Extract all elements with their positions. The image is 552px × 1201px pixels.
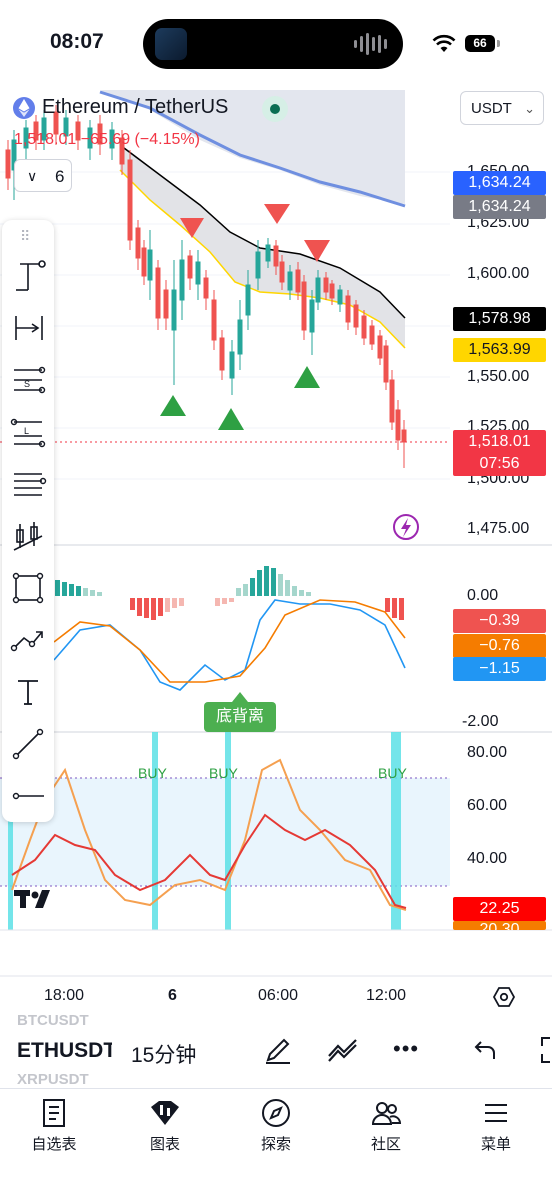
nav-item-watchlist[interactable]: 自选表	[9, 1097, 99, 1154]
nav-item-menu[interactable]: 菜单	[451, 1097, 541, 1154]
bar-countdown-tag: 07:56	[453, 452, 546, 476]
drag-handle-icon[interactable]: ⠿	[20, 228, 31, 245]
rsi-slow-tag: 22.25	[453, 897, 546, 921]
buy-label: BUY	[209, 765, 238, 781]
buy-label: BUY	[138, 765, 167, 781]
indicator-collapse-button[interactable]: ∨ 6	[14, 159, 72, 192]
rsi-axis-label: 60.00	[467, 797, 508, 814]
divergence-text: 底背离	[215, 708, 264, 725]
menu-icon	[485, 1104, 507, 1122]
nav-item-chart[interactable]: 图表	[120, 1097, 210, 1154]
nav-label: 社区	[370, 1136, 401, 1153]
battery-icon: 66	[465, 35, 495, 52]
divergence-pointer	[232, 692, 248, 702]
price-tag-upper-band: 1,634.24	[453, 171, 546, 195]
macd-axis-label: 0.00	[467, 587, 499, 604]
undo-icon[interactable]	[472, 1037, 498, 1063]
tradingview-logo	[14, 890, 50, 908]
price-tag-channel-lower: 1,563.99	[453, 338, 546, 362]
macd-signal-tag: −0.76	[453, 634, 546, 658]
status-time: 08:07	[50, 30, 104, 53]
fullscreen-icon[interactable]	[536, 1036, 552, 1064]
lightning-icon	[393, 514, 419, 540]
rsi-axis-label: 40.00	[467, 850, 508, 867]
now-playing-thumbnail	[155, 28, 187, 60]
nav-item-community[interactable]: 社区	[341, 1097, 431, 1154]
ethereum-icon	[13, 97, 35, 119]
battery-tip	[497, 40, 500, 47]
dynamic-island[interactable]	[143, 19, 403, 69]
audio-wave-icon	[354, 33, 387, 55]
symbol-next[interactable]: XRPUSDT	[17, 1071, 89, 1088]
time-axis-label: 6	[168, 987, 177, 1004]
chevron-down-icon: ∨	[27, 168, 38, 184]
signal-line	[53, 599, 406, 683]
macd-axis-label: -2.00	[462, 713, 499, 730]
time-axis-label: 12:00	[366, 987, 407, 1004]
long-position-tool-icon[interactable]: L	[8, 412, 48, 452]
price-tag-basis: 1,634.24	[453, 195, 546, 219]
currency-value: USDT	[471, 100, 512, 117]
date-range-tool-icon[interactable]	[8, 308, 48, 348]
rsi-axis-label: 80.00	[467, 744, 508, 761]
candle-pattern-tool-icon[interactable]	[8, 516, 48, 556]
nav-label: 自选表	[31, 1136, 77, 1153]
svg-text:S: S	[24, 379, 30, 389]
svg-text:L: L	[24, 426, 29, 436]
symbol-title[interactable]: Ethereum / TetherUS	[42, 96, 228, 119]
price-axis-label: 1,475.00	[467, 520, 530, 537]
horizontal-ray-tool-icon[interactable]	[8, 776, 48, 816]
drawing-toolbar: ⠿ S L	[2, 220, 54, 822]
indicators-icon[interactable]	[326, 1034, 360, 1066]
path-tool-icon[interactable]	[8, 620, 48, 660]
horizontal-lines-tool-icon[interactable]	[8, 464, 48, 504]
nav-item-explore[interactable]: 探索	[231, 1097, 321, 1154]
price-axis-label: 1,600.00	[467, 265, 530, 282]
trend-line-tool-icon[interactable]	[8, 724, 48, 764]
compass-icon	[262, 1099, 290, 1127]
buy-label: BUY	[378, 765, 407, 781]
timeframe-selector[interactable]: 15分钟	[131, 1039, 196, 1069]
wifi-icon	[432, 34, 456, 52]
time-axis-label: 18:00	[44, 987, 85, 1004]
macd-histogram	[55, 566, 404, 620]
nav-label: 探索	[260, 1136, 291, 1153]
chart-settings-icon[interactable]	[492, 985, 516, 1009]
macd-hist-tag: −0.39	[453, 609, 546, 633]
nav-label: 菜单	[480, 1136, 511, 1153]
more-icon[interactable]: •••	[393, 1036, 419, 1062]
vertical-line-tool-icon[interactable]	[8, 256, 48, 296]
symbol-prev[interactable]: BTCUSDT	[17, 1012, 89, 1029]
chart-icon	[151, 1101, 179, 1125]
text-tool-icon[interactable]	[8, 672, 48, 712]
divergence-label: 底背离	[204, 702, 276, 732]
ohlc-price-line: 1,518.01 −65.69 (−4.15%)	[14, 131, 200, 148]
bottom-navigation: 自选表 图表 探索 社区 菜单	[0, 1088, 552, 1201]
pen-draw-icon[interactable]	[262, 1034, 294, 1066]
time-axis-label: 06:00	[258, 987, 299, 1004]
chevron-down-icon: ⌄	[524, 101, 535, 116]
short-position-tool-icon[interactable]: S	[8, 360, 48, 400]
rsi-fast-tag: 20.30	[453, 921, 546, 930]
indicator-count: 6	[55, 167, 65, 186]
symbol-selector[interactable]: ETHUSDT	[17, 1039, 112, 1063]
macd-line	[53, 599, 406, 691]
currency-select[interactable]: USDT ⌄	[460, 91, 544, 125]
price-tag-channel-upper: 1,578.98	[453, 307, 546, 331]
community-icon	[371, 1102, 402, 1125]
watchlist-icon	[43, 1099, 65, 1127]
rectangle-tool-icon[interactable]	[8, 568, 48, 608]
macd-line-tag: −1.15	[453, 657, 546, 681]
market-open-icon	[262, 96, 288, 122]
price-axis-label: 1,550.00	[467, 368, 530, 385]
buy-signal-markers	[160, 366, 320, 430]
nav-label: 图表	[149, 1136, 180, 1153]
